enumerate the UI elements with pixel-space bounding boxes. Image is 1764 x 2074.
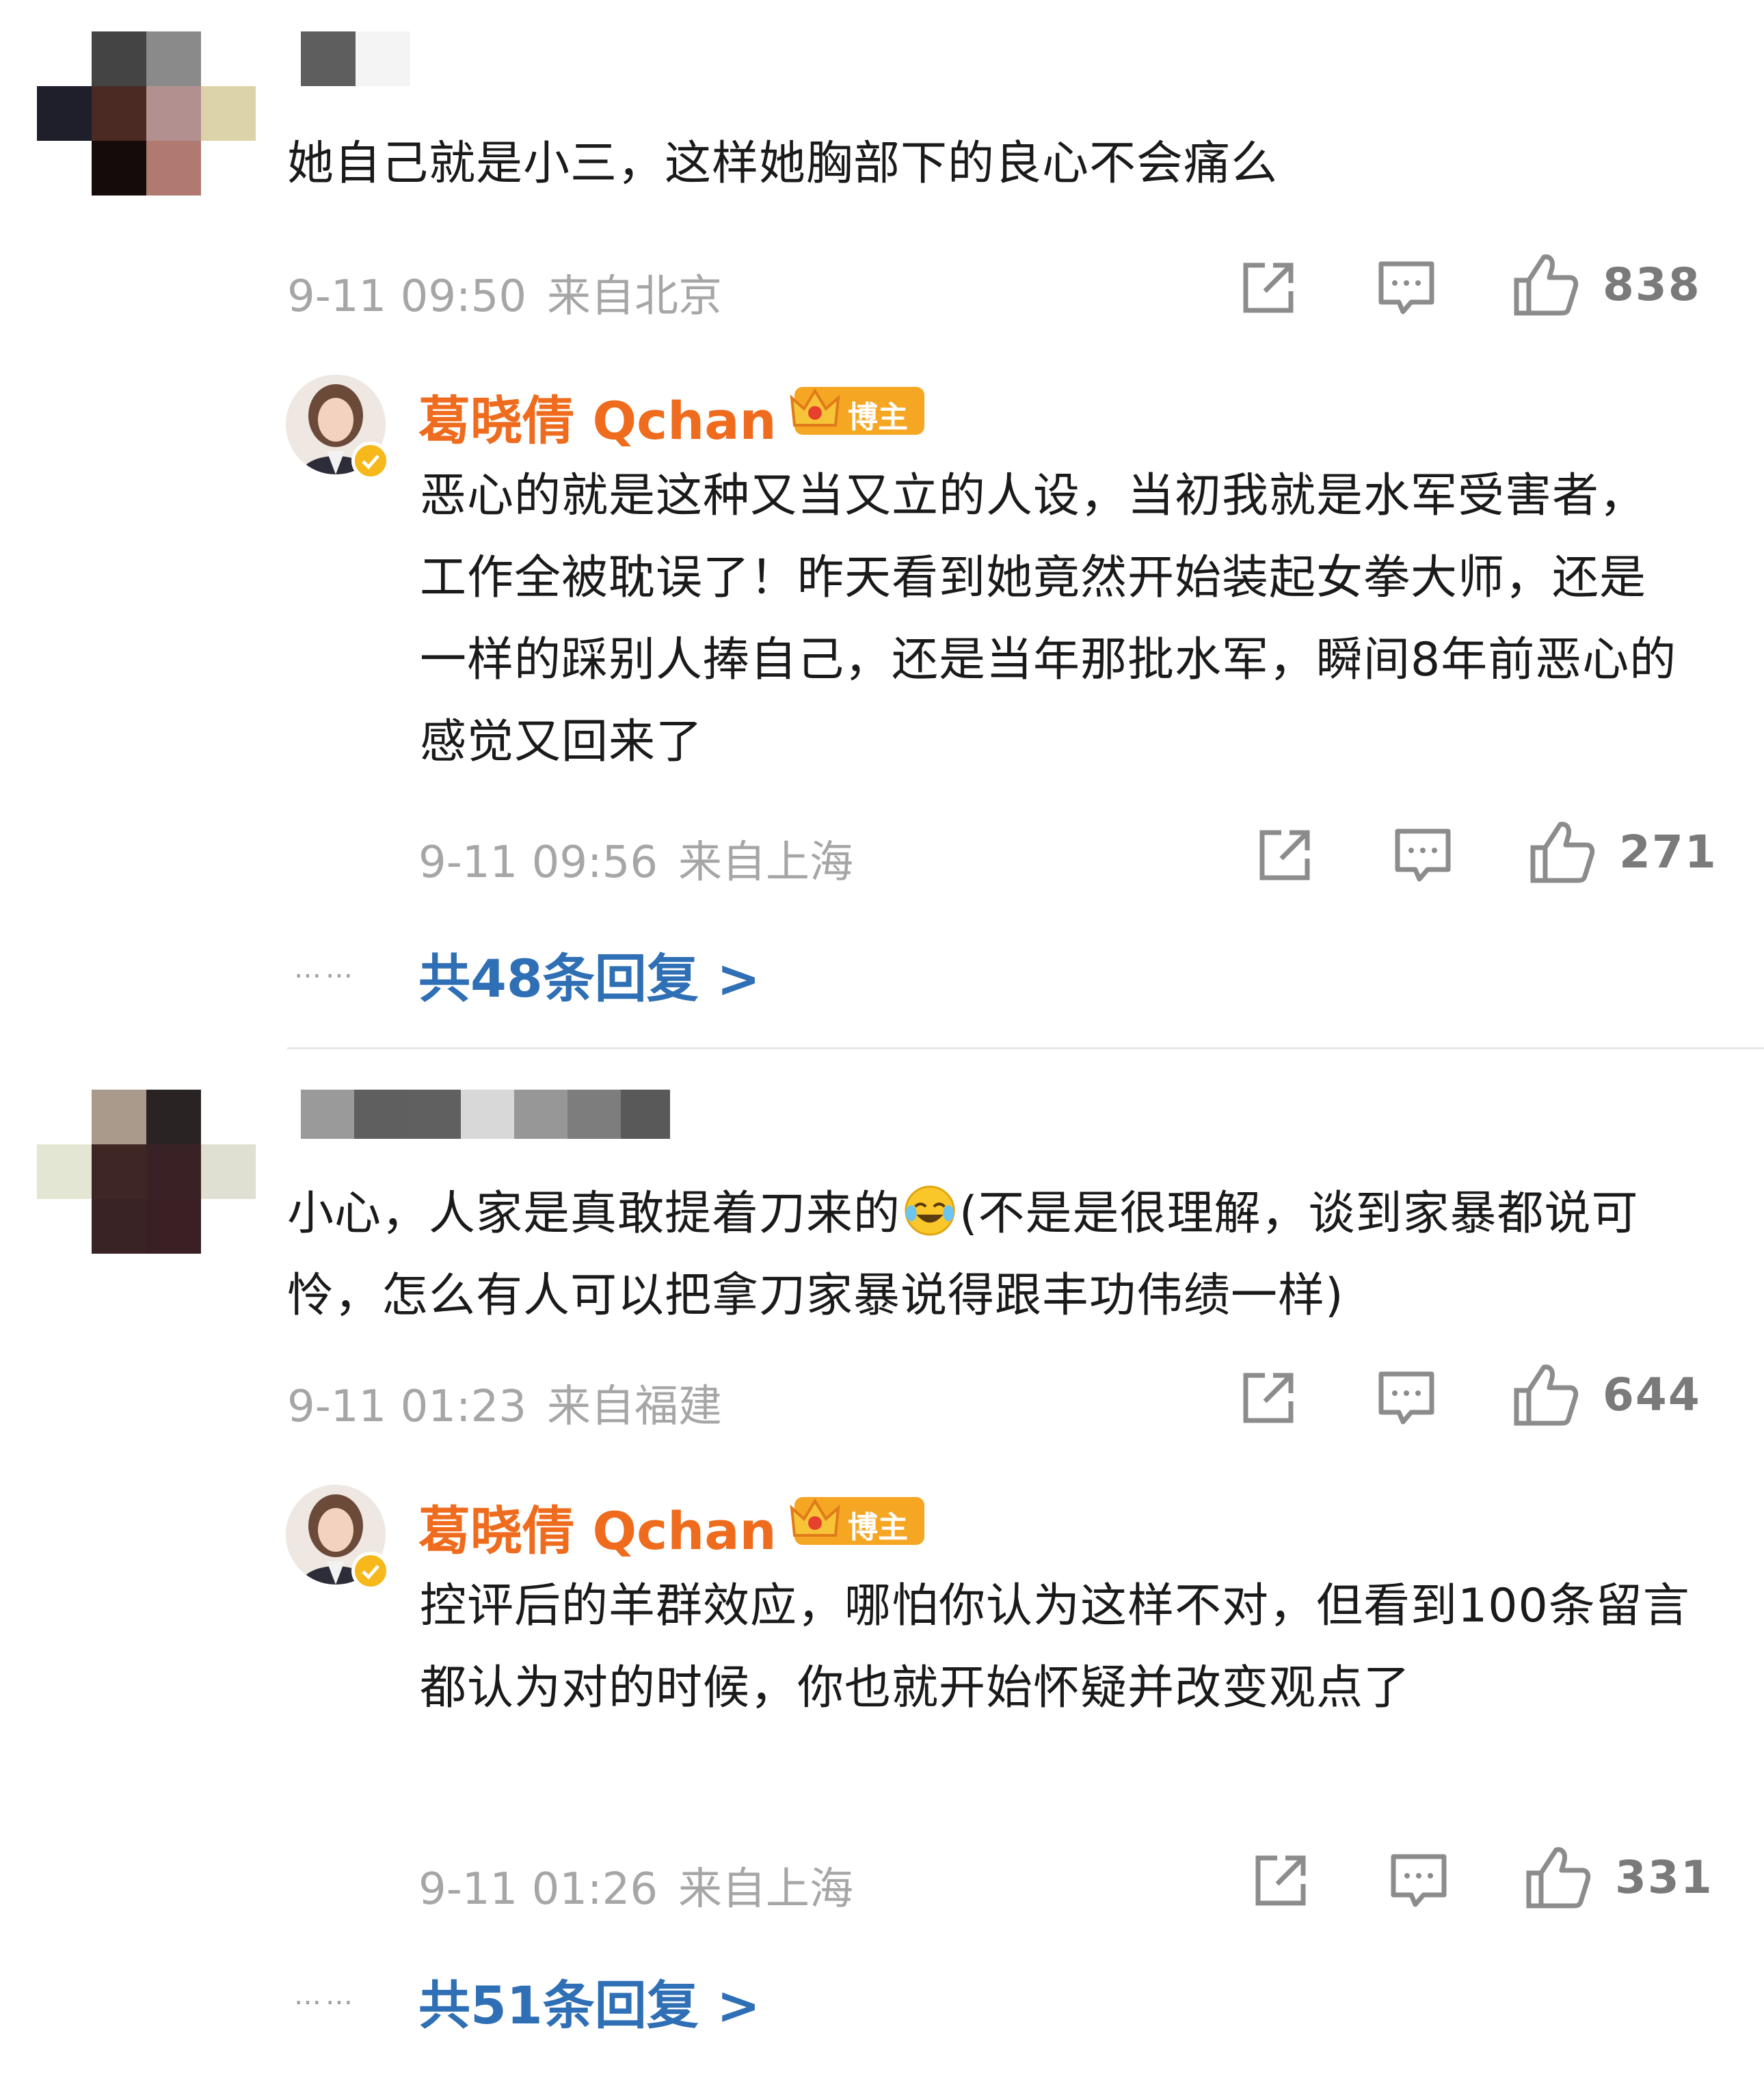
crown-icon — [790, 388, 840, 427]
comment-icon[interactable] — [1388, 1850, 1449, 1911]
comment-meta: 9-11 01:23 来自福建 — [287, 1371, 722, 1434]
reply-location: 来自上海 — [678, 1864, 854, 1915]
commenter-avatar-2[interactable] — [37, 1090, 256, 1254]
share-icon[interactable] — [1238, 1367, 1299, 1429]
view-replies-link[interactable]: 共48条回复 > — [418, 937, 760, 1012]
crown-icon — [790, 1498, 840, 1537]
laugh-cry-emoji-icon — [905, 1185, 955, 1236]
comment-meta: 9-11 09:50 来自北京 — [287, 261, 722, 324]
thumbs-up-icon[interactable] — [1523, 1843, 1592, 1911]
verified-icon — [351, 1552, 390, 1590]
comment-icon[interactable] — [1376, 1367, 1437, 1429]
commenter-avatar-1[interactable] — [37, 31, 256, 196]
like-count: 331 — [1615, 1851, 1713, 1904]
like-count: 271 — [1619, 826, 1718, 878]
reply-text: 恶心的就是这种又当又立的人设，当初我就是水军受害者，工作全被耽误了！昨天看到她竟… — [420, 469, 1677, 769]
like-count: 838 — [1603, 258, 1701, 311]
comment-date: 9-11 09:50 — [287, 271, 527, 322]
thumbs-up-icon[interactable] — [1511, 250, 1579, 319]
badge-label: 博主 — [848, 400, 908, 435]
reply-meta: 9-11 09:56 来自上海 — [418, 827, 853, 890]
commenter-name-2[interactable] — [301, 1090, 670, 1139]
reply-author-name[interactable]: 葛晓倩 Qchan — [418, 379, 777, 454]
reply-author-name[interactable]: 葛晓倩 Qchan — [418, 1489, 777, 1564]
like-count: 644 — [1603, 1369, 1701, 1421]
reply-text: 控评后的羊群效应，哪怕你认为这样不对，但看到100条留言都认为对的时候，你也就开… — [420, 1579, 1690, 1715]
reply-date: 9-11 09:56 — [418, 837, 658, 888]
more-dots: …… — [294, 953, 357, 984]
blogger-badge: 博主 — [790, 387, 924, 435]
more-dots: …… — [294, 1980, 357, 2011]
commenter-name-1[interactable] — [301, 31, 410, 86]
reply-date: 9-11 01:26 — [418, 1864, 658, 1915]
comment-icon[interactable] — [1376, 257, 1437, 319]
share-icon[interactable] — [1254, 824, 1315, 886]
comment-location: 来自北京 — [547, 271, 723, 322]
reply-meta: 9-11 01:26 来自上海 — [418, 1854, 853, 1917]
comment-icon[interactable] — [1392, 824, 1454, 886]
blogger-badge: 博主 — [790, 1497, 924, 1545]
comment-text: 她自己就是小三，这样她胸部下的良心不会痛么 — [287, 137, 1279, 191]
comment-date: 9-11 01:23 — [287, 1382, 527, 1432]
thumbs-up-icon[interactable] — [1527, 818, 1596, 886]
reply-location: 来自上海 — [678, 837, 854, 888]
thumbs-up-icon[interactable] — [1511, 1360, 1579, 1429]
comment-text: 小心，人家是真敢提着刀来的 (不是是很理解，谈到家暴都说可怜，怎么有人可以把拿刀… — [287, 1173, 1709, 1337]
comment-location: 来自福建 — [547, 1382, 723, 1432]
view-replies-link[interactable]: 共51条回复 > — [418, 1963, 760, 2038]
comment-text-part1: 小心，人家是真敢提着刀来的 — [287, 1187, 901, 1241]
verified-icon — [351, 442, 390, 480]
badge-label: 博主 — [848, 1510, 908, 1545]
share-icon[interactable] — [1250, 1850, 1311, 1911]
share-icon[interactable] — [1238, 257, 1299, 319]
divider — [287, 1047, 1764, 1049]
